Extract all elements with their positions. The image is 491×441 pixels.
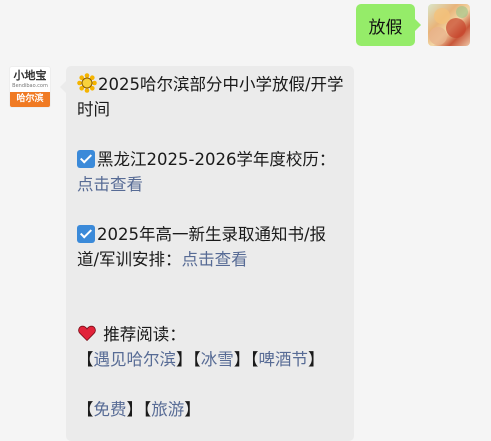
outgoing-message-bubble[interactable]: 放假 bbox=[356, 4, 421, 46]
admission-view-link[interactable]: 点击查看 bbox=[182, 250, 248, 269]
calendar-item-text: 黑龙江2025-2026学年度校历： bbox=[97, 150, 336, 169]
title-text: 2025哈尔滨部分中小学放假/开学时间 bbox=[77, 75, 344, 119]
bracket-close: 】 bbox=[308, 350, 325, 369]
sunflower-icon bbox=[77, 73, 97, 93]
bracket-close: 】 bbox=[184, 400, 201, 419]
tag-meet-harbin[interactable]: 遇见哈尔滨 bbox=[94, 350, 177, 369]
user-avatar[interactable] bbox=[428, 4, 470, 46]
bendibao-avatar[interactable]: 小地宝 Bendibao.com 哈尔滨 bbox=[9, 66, 51, 108]
recommend-heading: 推荐阅读： bbox=[77, 322, 344, 347]
heart-icon bbox=[78, 325, 96, 342]
bracket-open: 【 bbox=[192, 350, 201, 369]
calendar-view-link[interactable]: 点击查看 bbox=[77, 175, 143, 194]
checkbox-icon bbox=[77, 150, 95, 168]
bracket-open: 【 bbox=[250, 350, 259, 369]
recommend-label: 推荐阅读： bbox=[103, 325, 186, 344]
incoming-message-bubble: 2025哈尔滨部分中小学放假/开学时间 黑龙江2025-2026学年度校历： 点击… bbox=[60, 66, 354, 441]
message-title: 2025哈尔滨部分中小学放假/开学时间 bbox=[77, 72, 344, 122]
tag-free[interactable]: 免费 bbox=[94, 400, 127, 419]
tag-row-2: 【免费】【旅游】 bbox=[77, 397, 344, 422]
outgoing-message-text: 放假 bbox=[368, 17, 403, 38]
bracket-close: 】 bbox=[176, 350, 193, 369]
bracket-close: 】 bbox=[233, 350, 251, 369]
bracket-close: 】 bbox=[126, 400, 144, 419]
tag-ice-snow[interactable]: 冰雪 bbox=[201, 350, 234, 369]
admission-item: 2025年高一新生录取通知书/报道/军训安排：点击查看 bbox=[77, 222, 344, 272]
logo-text: 小地宝 bbox=[13, 69, 47, 82]
logo-domain: Bendibao.com bbox=[12, 83, 48, 89]
tag-beer-festival[interactable]: 啤酒节 bbox=[259, 350, 309, 369]
calendar-item: 黑龙江2025-2026学年度校历： 点击查看 bbox=[77, 147, 344, 197]
logo-city: 哈尔滨 bbox=[10, 92, 50, 107]
tag-row-1: 【遇见哈尔滨】【冰雪】【啤酒节】 bbox=[77, 347, 344, 372]
checkbox-icon bbox=[77, 225, 95, 243]
tag-travel[interactable]: 旅游 bbox=[151, 400, 184, 419]
bracket-open: 【 bbox=[77, 350, 94, 369]
bracket-open: 【 bbox=[143, 400, 152, 419]
bracket-open: 【 bbox=[77, 400, 94, 419]
